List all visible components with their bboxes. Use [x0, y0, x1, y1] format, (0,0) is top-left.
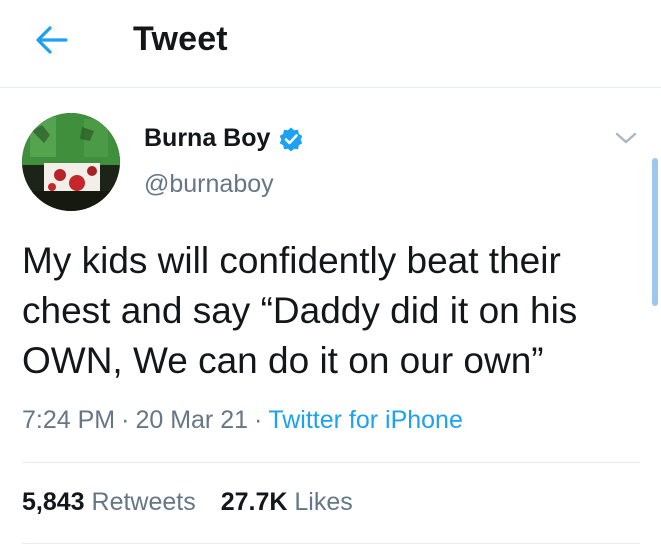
- retweets-count: 5,843: [22, 488, 85, 516]
- top-bar: Tweet: [0, 0, 661, 88]
- retweets-label: Retweets: [91, 488, 196, 516]
- tweet-meta: 7:24 PM · 20 Mar 21 · Twitter for iPhone: [22, 406, 463, 435]
- avatar-image: [22, 113, 120, 211]
- avatar[interactable]: [22, 113, 120, 211]
- tweet-source-link[interactable]: Twitter for iPhone: [268, 406, 463, 434]
- meta-separator: ·: [121, 406, 130, 434]
- tweet-time: 7:24 PM: [22, 406, 116, 434]
- back-button[interactable]: [30, 22, 74, 58]
- author-display-name[interactable]: Burna Boy: [144, 124, 270, 153]
- tweet-text: My kids will confidently beat their ches…: [22, 240, 578, 381]
- retweets-stat[interactable]: 5,843 Retweets: [22, 488, 196, 516]
- likes-label: Likes: [294, 488, 353, 516]
- divider: [22, 462, 640, 463]
- scrollbar-thumb[interactable]: [652, 158, 658, 306]
- author-handle[interactable]: @burnaboy: [144, 170, 274, 199]
- meta-separator: ·: [254, 406, 263, 434]
- tweet-options-button[interactable]: [612, 128, 640, 148]
- tweet-stats: 5,843 Retweets 27.7K Likes: [22, 488, 353, 517]
- author-name-row: Burna Boy: [144, 124, 304, 153]
- tweet-detail-screen: Tweet Burna Boy @burnaboy My kids will c…: [0, 0, 661, 547]
- page-title: Tweet: [133, 20, 228, 58]
- divider: [22, 543, 640, 544]
- verified-badge-icon: [280, 127, 303, 151]
- arrow-left-icon: [36, 26, 68, 54]
- likes-stat[interactable]: 27.7K Likes: [221, 488, 353, 516]
- tweet-date: 20 Mar 21: [135, 406, 248, 434]
- chevron-down-icon: [615, 132, 637, 144]
- likes-count: 27.7K: [220, 488, 288, 516]
